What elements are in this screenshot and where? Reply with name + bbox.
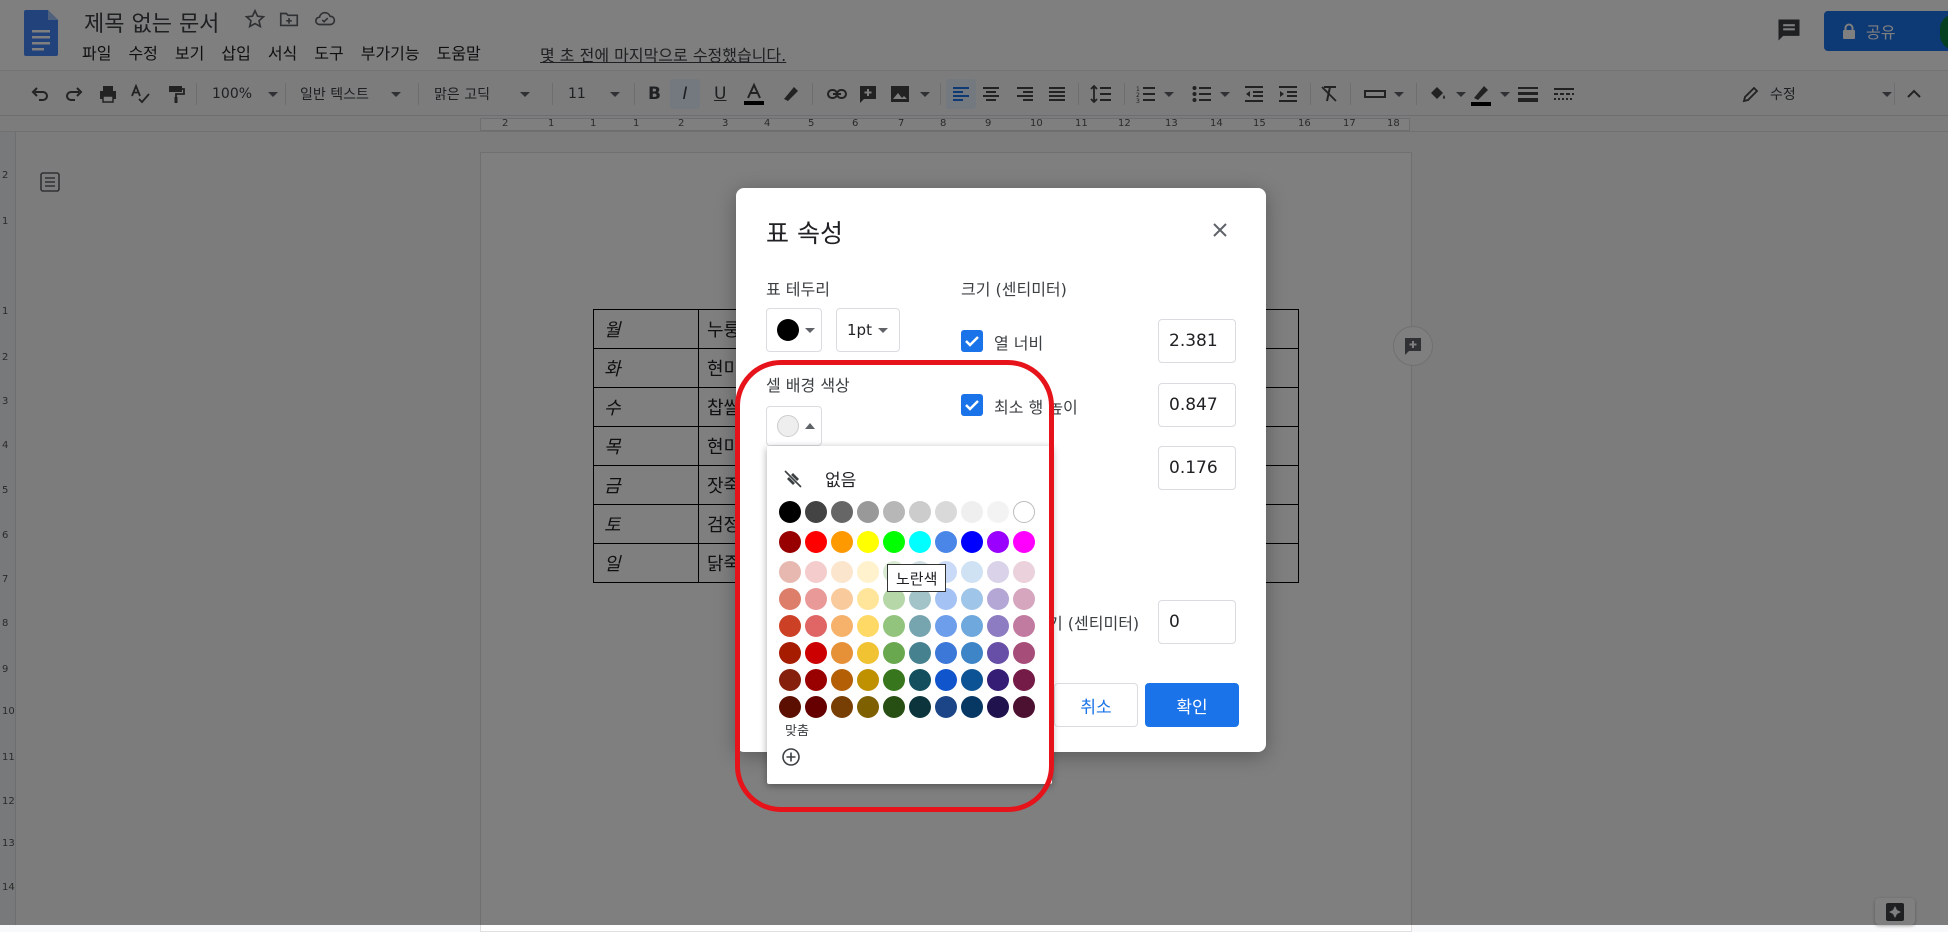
indent-size-label: 기 (센티미터) [1048,614,1140,633]
chevron-down-icon [805,327,815,333]
ok-button[interactable]: 확인 [1145,683,1239,727]
column-width-label: 열 너비 [994,334,1044,353]
indent-size-input[interactable]: 0 [1158,600,1236,644]
dialog-title: 표 속성 [766,219,843,248]
border-width-value: 1pt [847,321,872,339]
cell-padding-input[interactable]: 0.176 [1158,446,1236,490]
cancel-button[interactable]: 취소 [1054,683,1138,727]
border-color-select[interactable] [766,308,822,352]
table-border-label: 표 테두리 [766,280,830,299]
min-row-height-input[interactable]: 0.847 [1158,383,1236,427]
size-label: 크기 (센티미터) [961,280,1067,299]
border-color-swatch [777,319,799,341]
annotation-highlight [735,360,1054,812]
checkmark-icon [965,336,979,347]
column-width-checkbox[interactable] [961,330,983,352]
border-width-select[interactable]: 1pt [836,308,900,352]
column-width-input[interactable]: 2.381 [1158,319,1236,363]
close-icon[interactable] [1208,218,1232,242]
chevron-down-icon [877,327,888,333]
